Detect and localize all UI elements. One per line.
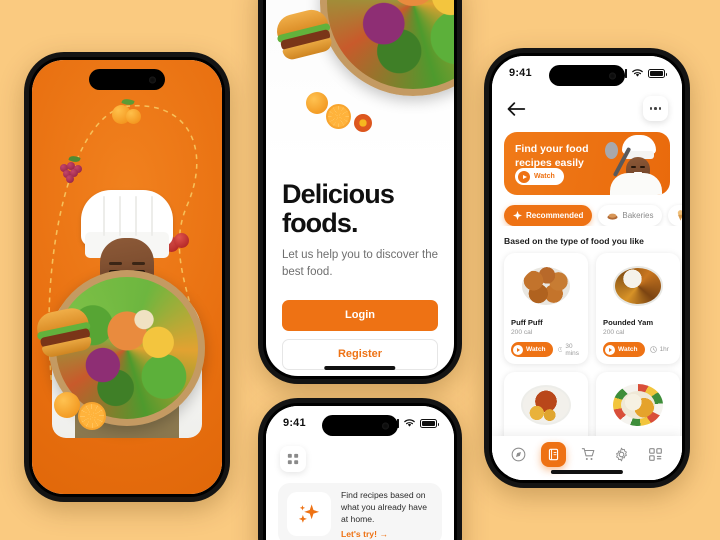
chip-bakeries[interactable]: Bakeries — [598, 205, 663, 226]
recipe-card-puff-puff[interactable]: Puff Puff 200 cal Watch 30 mins — [504, 253, 589, 364]
recipe-actions: Watch 1hr — [603, 342, 673, 357]
watch-label: Watch — [618, 346, 638, 353]
phone-right-recipes: 9:41 Find your food recipes easily Watch… — [484, 48, 690, 488]
flower-decoration — [354, 114, 372, 132]
home-layout: 9:41 Find recipes based on what you alre… — [266, 406, 454, 540]
settings-gear-icon[interactable] — [611, 443, 633, 465]
citrus-decoration — [54, 392, 80, 418]
page-subtitle: Let us help you to discover the best foo… — [282, 249, 438, 278]
recipe-calories: 200 cal — [603, 329, 625, 336]
onboarding-layout: Delicious foods. Let us help you to disc… — [266, 0, 454, 376]
watch-label: Watch — [526, 346, 546, 353]
chip-ice-cream[interactable]: Ice C — [668, 205, 682, 226]
hero-food-image — [266, 0, 454, 164]
recipe-time-label: 30 mins — [565, 342, 579, 357]
chip-label: Bakeries — [622, 211, 654, 220]
recipe-book-icon[interactable] — [541, 441, 567, 467]
chip-label: Recommended — [526, 211, 584, 220]
phone-bezel: 9:41 Find your food recipes easily Watch… — [489, 53, 685, 483]
tip-content: Find recipes based on what you already h… — [341, 489, 433, 540]
watch-button[interactable]: Watch — [603, 342, 645, 357]
onboarding-copy: Delicious foods. Let us help you to disc… — [266, 164, 454, 370]
page-title: Delicious foods. — [282, 180, 438, 237]
clock-icon — [649, 346, 657, 353]
icecream-icon — [678, 210, 682, 221]
recipe-name: Puff Puff — [511, 318, 543, 327]
recipe-calories: 200 cal — [511, 329, 533, 336]
phone-left-splash — [24, 52, 230, 502]
play-icon — [605, 344, 616, 355]
dynamic-island — [322, 415, 398, 436]
sparkle-icon — [513, 211, 522, 220]
banner-chef-illustration — [586, 132, 670, 195]
sparkle-icon — [287, 492, 331, 536]
title-line-1: Delicious — [282, 179, 395, 209]
recipe-card-pounded-yam[interactable]: Pounded Yam 200 cal Watch 1hr — [596, 253, 681, 364]
category-chip-list[interactable]: Recommended Bakeries Ice C — [492, 195, 682, 226]
back-arrow-icon[interactable] — [506, 101, 526, 117]
grid-menu-icon[interactable] — [644, 443, 666, 465]
title-line-2: foods. — [282, 207, 358, 238]
bread-icon — [607, 213, 618, 220]
tip-text: Find recipes based on what you already h… — [341, 489, 427, 525]
phone-center-onboarding: Delicious foods. Let us help you to disc… — [258, 0, 462, 384]
burger-decoration — [273, 6, 334, 62]
recipe-thumbnail — [603, 379, 674, 431]
grid-glyph-icon — [287, 453, 299, 465]
phone-bezel: Delicious foods. Let us help you to disc… — [263, 0, 457, 379]
splash-screen — [32, 60, 222, 494]
citrus-slice-decoration — [326, 104, 351, 129]
recipe-name: Pounded Yam — [603, 318, 654, 327]
tip-card[interactable]: Find recipes based on what you already h… — [278, 483, 442, 540]
home-indicator[interactable] — [550, 470, 624, 474]
recipe-time: 30 mins — [557, 342, 582, 357]
clock-icon — [557, 347, 563, 352]
recipe-thumbnail — [603, 260, 674, 312]
phone-bezel — [29, 57, 225, 497]
home-indicator[interactable] — [324, 366, 396, 370]
grid-icon[interactable] — [280, 446, 306, 472]
citrus-decoration — [306, 92, 328, 114]
lets-try-link[interactable]: Let's try! → — [341, 529, 433, 539]
recipe-thumbnail — [511, 260, 582, 312]
phone-bezel: 9:41 Find recipes based on what you alre… — [263, 403, 457, 540]
wifi-icon — [404, 419, 415, 427]
home-screen: 9:41 Find recipes based on what you alre… — [266, 406, 454, 540]
sparkle-glyph-icon — [298, 504, 320, 523]
cart-icon[interactable] — [577, 443, 599, 465]
banner-watch-button[interactable]: Watch — [515, 168, 564, 185]
promo-banner[interactable]: Find your food recipes easily Watch — [504, 132, 670, 195]
recipe-actions: Watch 30 mins — [511, 342, 581, 357]
wifi-icon — [632, 69, 643, 77]
phone-bottom-home: 9:41 Find recipes based on what you alre… — [258, 398, 462, 540]
section-title: Based on the type of food you like — [504, 236, 644, 246]
login-button[interactable]: Login — [282, 299, 438, 331]
watch-button[interactable]: Watch — [511, 342, 553, 357]
status-time: 9:41 — [283, 417, 306, 429]
splash-background — [32, 60, 222, 494]
play-icon — [518, 170, 530, 183]
status-time: 9:41 — [509, 67, 532, 79]
play-icon — [513, 344, 523, 355]
battery-icon — [648, 68, 667, 78]
orange-fruit-decoration — [110, 97, 144, 126]
chip-recommended[interactable]: Recommended — [504, 205, 593, 226]
dynamic-island — [89, 69, 165, 90]
citrus-slice-decoration — [78, 402, 106, 430]
battery-icon — [420, 418, 439, 428]
recipe-time: 1hr — [649, 346, 669, 353]
banner-watch-label: Watch — [534, 173, 555, 180]
dynamic-island — [549, 65, 625, 86]
onboarding-screen: Delicious foods. Let us help you to disc… — [266, 0, 454, 376]
chef-illustration — [32, 164, 222, 494]
recipe-thumbnail — [511, 379, 582, 431]
recipes-screen: 9:41 Find your food recipes easily Watch… — [492, 56, 682, 480]
recipe-time-label: 1hr — [659, 346, 669, 353]
compass-icon[interactable] — [508, 443, 530, 465]
recipes-app: 9:41 Find your food recipes easily Watch… — [492, 56, 682, 480]
more-options-icon[interactable] — [643, 96, 668, 121]
food-bowl-hero — [320, 0, 454, 96]
register-button[interactable]: Register — [282, 338, 438, 370]
